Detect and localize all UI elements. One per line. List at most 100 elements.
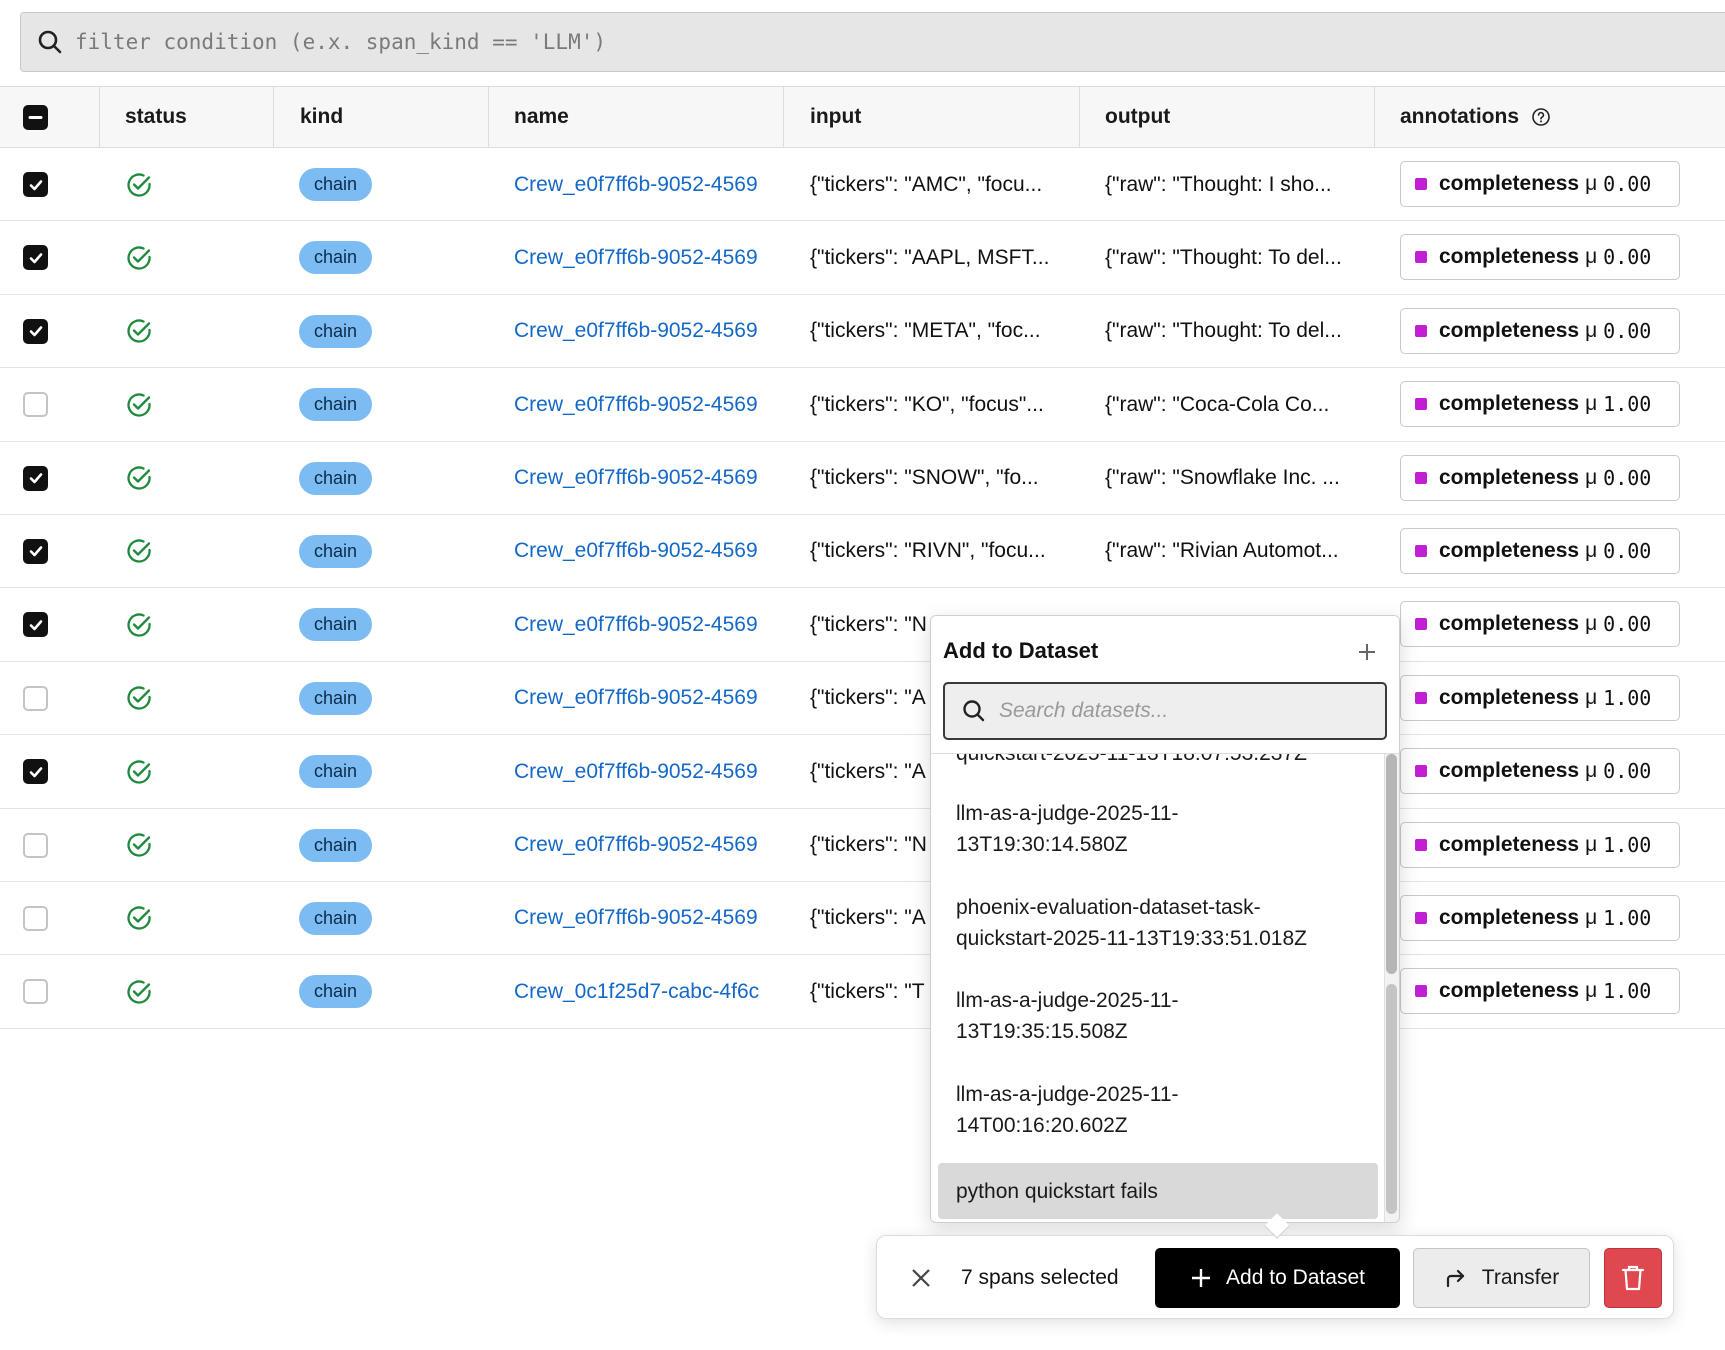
table-row[interactable]: chain Crew_e0f7ff6b-9052-4569 {"tickers"… [0, 809, 1725, 882]
annotation-badge[interactable]: completeness μ 0.00 [1400, 161, 1680, 207]
row-checkbox-cell[interactable] [23, 588, 48, 661]
row-checkbox[interactable] [23, 538, 48, 564]
annotation-badge[interactable]: completeness μ 0.00 [1400, 307, 1680, 354]
span-name-link[interactable]: Crew_e0f7ff6b-9052-4569 [514, 833, 758, 857]
dataset-item[interactable]: llm-as-a-judge-2025-11- 13T19:30:14.580Z [938, 798, 1378, 860]
annotation-badge[interactable]: completeness μ 1.00 [1400, 381, 1680, 428]
table-row[interactable]: chain Crew_e0f7ff6b-9052-4569 {"tickers"… [0, 442, 1725, 515]
column-header-status[interactable]: status [125, 87, 187, 147]
column-header-name[interactable]: name [514, 87, 569, 147]
annotation-badge[interactable]: completeness μ 0.00 [1400, 527, 1680, 574]
table-row[interactable]: chain Crew_e0f7ff6b-9052-4569 {"tickers"… [0, 221, 1725, 295]
span-name-link[interactable]: Crew_e0f7ff6b-9052-4569 [514, 393, 758, 417]
name-cell[interactable]: Crew_0c1f25d7-cabc-4f6c [514, 955, 784, 1028]
annotation-badge[interactable]: completeness μ 1.00 [1400, 821, 1680, 868]
select-all-checkbox[interactable] [23, 87, 48, 147]
row-checkbox[interactable] [23, 612, 48, 638]
table-row[interactable]: chain Crew_e0f7ff6b-9052-4569 {"tickers"… [0, 588, 1725, 662]
row-checkbox[interactable] [23, 979, 48, 1005]
row-checkbox-cell[interactable] [23, 809, 48, 882]
table-row[interactable]: chain Crew_e0f7ff6b-9052-4569 {"tickers"… [0, 882, 1725, 956]
name-cell[interactable]: Crew_e0f7ff6b-9052-4569 [514, 809, 784, 882]
annotation-badge[interactable]: completeness μ 1.00 [1400, 674, 1680, 721]
name-cell[interactable]: Crew_e0f7ff6b-9052-4569 [514, 882, 784, 955]
row-checkbox[interactable] [23, 172, 48, 197]
row-checkbox-cell[interactable] [23, 662, 48, 735]
dataset-item-selected[interactable]: python quickstart fails [938, 1163, 1378, 1219]
status-cell [125, 662, 153, 735]
column-header-annotations[interactable]: annotations [1400, 87, 1551, 147]
name-cell[interactable]: Crew_e0f7ff6b-9052-4569 [514, 735, 784, 808]
annotation-badge[interactable]: completeness μ 0.00 [1400, 454, 1680, 501]
name-cell[interactable]: Crew_e0f7ff6b-9052-4569 [514, 295, 784, 368]
annotation-badge[interactable]: completeness μ 1.00 [1400, 894, 1680, 941]
span-name-link[interactable]: Crew_e0f7ff6b-9052-4569 [514, 906, 758, 930]
row-checkbox-cell[interactable] [23, 515, 48, 588]
table-row[interactable]: chain Crew_e0f7ff6b-9052-4569 {"tickers"… [0, 662, 1725, 736]
span-name-link[interactable]: Crew_e0f7ff6b-9052-4569 [514, 466, 758, 490]
row-checkbox[interactable] [23, 318, 48, 344]
table-row[interactable]: chain Crew_e0f7ff6b-9052-4569 {"tickers"… [0, 368, 1725, 442]
name-cell[interactable]: Crew_e0f7ff6b-9052-4569 [514, 662, 784, 735]
row-checkbox[interactable] [23, 465, 48, 491]
select-all-indeterminate[interactable] [23, 104, 48, 130]
scrollbar-thumb[interactable] [1386, 754, 1397, 974]
help-circle-icon[interactable] [1531, 107, 1551, 127]
transfer-button[interactable]: Transfer [1413, 1248, 1590, 1308]
create-dataset-button[interactable] [1351, 636, 1383, 668]
span-name-link[interactable]: Crew_e0f7ff6b-9052-4569 [514, 686, 758, 710]
row-checkbox-cell[interactable] [23, 955, 48, 1028]
dataset-item-partial[interactable]: quickstart-2025-11-13T18:07:53.237Z [938, 754, 1378, 769]
name-cell[interactable]: Crew_e0f7ff6b-9052-4569 [514, 221, 784, 294]
annotation-badge[interactable]: completeness μ 0.00 [1400, 748, 1680, 795]
delete-button[interactable] [1604, 1248, 1662, 1308]
filter-condition-input[interactable] [65, 13, 1725, 71]
span-name-link[interactable]: Crew_e0f7ff6b-9052-4569 [514, 246, 758, 270]
table-row[interactable]: chain Crew_e0f7ff6b-9052-4569 {"tickers"… [0, 148, 1725, 222]
filter-bar[interactable] [20, 12, 1725, 72]
row-checkbox[interactable] [23, 759, 48, 785]
name-cell[interactable]: Crew_e0f7ff6b-9052-4569 [514, 148, 784, 221]
column-header-kind[interactable]: kind [300, 87, 343, 147]
table-row[interactable]: chain Crew_0c1f25d7-cabc-4f6c {"tickers"… [0, 955, 1725, 1029]
span-name-link[interactable]: Crew_e0f7ff6b-9052-4569 [514, 319, 758, 343]
name-cell[interactable]: Crew_e0f7ff6b-9052-4569 [514, 442, 784, 515]
dataset-search-input[interactable] [987, 684, 1385, 738]
column-header-input[interactable]: input [810, 87, 861, 147]
dataset-list-scrollbar[interactable] [1384, 754, 1399, 1222]
name-cell[interactable]: Crew_e0f7ff6b-9052-4569 [514, 588, 784, 661]
row-checkbox[interactable] [23, 832, 48, 858]
row-checkbox-cell[interactable] [23, 221, 48, 294]
annotation-badge[interactable]: completeness μ 1.00 [1400, 968, 1680, 1015]
annotation-badge[interactable]: completeness μ 0.00 [1400, 234, 1680, 281]
row-checkbox[interactable] [23, 392, 48, 418]
row-checkbox-cell[interactable] [23, 735, 48, 808]
row-checkbox[interactable] [23, 685, 48, 711]
annotation-badge[interactable]: completeness μ 0.00 [1400, 601, 1680, 648]
span-name-link[interactable]: Crew_e0f7ff6b-9052-4569 [514, 613, 758, 637]
dataset-item[interactable]: llm-as-a-judge-2025-11- 13T19:35:15.508Z [938, 985, 1378, 1047]
row-checkbox[interactable] [23, 905, 48, 931]
dataset-item[interactable]: phoenix-evaluation-dataset-task-quicksta… [938, 892, 1378, 954]
table-row[interactable]: chain Crew_e0f7ff6b-9052-4569 {"tickers"… [0, 295, 1725, 369]
span-name-link[interactable]: Crew_e0f7ff6b-9052-4569 [514, 173, 758, 197]
row-checkbox-cell[interactable] [23, 148, 48, 221]
row-checkbox[interactable] [23, 245, 48, 271]
add-to-dataset-button[interactable]: Add to Dataset [1155, 1248, 1400, 1308]
clear-selection-button[interactable] [905, 1262, 937, 1294]
span-name-link[interactable]: Crew_0c1f25d7-cabc-4f6c [514, 980, 759, 1004]
column-header-output[interactable]: output [1105, 87, 1170, 147]
table-row[interactable]: chain Crew_e0f7ff6b-9052-4569 {"tickers"… [0, 735, 1725, 809]
span-name-link[interactable]: Crew_e0f7ff6b-9052-4569 [514, 760, 758, 784]
span-name-link[interactable]: Crew_e0f7ff6b-9052-4569 [514, 539, 758, 563]
dataset-item[interactable]: llm-as-a-judge-2025-11- 14T00:16:20.602Z [938, 1079, 1378, 1141]
row-checkbox-cell[interactable] [23, 882, 48, 955]
name-cell[interactable]: Crew_e0f7ff6b-9052-4569 [514, 368, 784, 441]
table-row[interactable]: chain Crew_e0f7ff6b-9052-4569 {"tickers"… [0, 515, 1725, 589]
name-cell[interactable]: Crew_e0f7ff6b-9052-4569 [514, 515, 784, 588]
row-checkbox-cell[interactable] [23, 442, 48, 515]
dataset-search-box[interactable] [943, 682, 1387, 740]
row-checkbox-cell[interactable] [23, 368, 48, 441]
row-checkbox-cell[interactable] [23, 295, 48, 368]
dataset-list[interactable]: quickstart-2025-11-13T18:07:53.237Z llm-… [931, 754, 1386, 1222]
